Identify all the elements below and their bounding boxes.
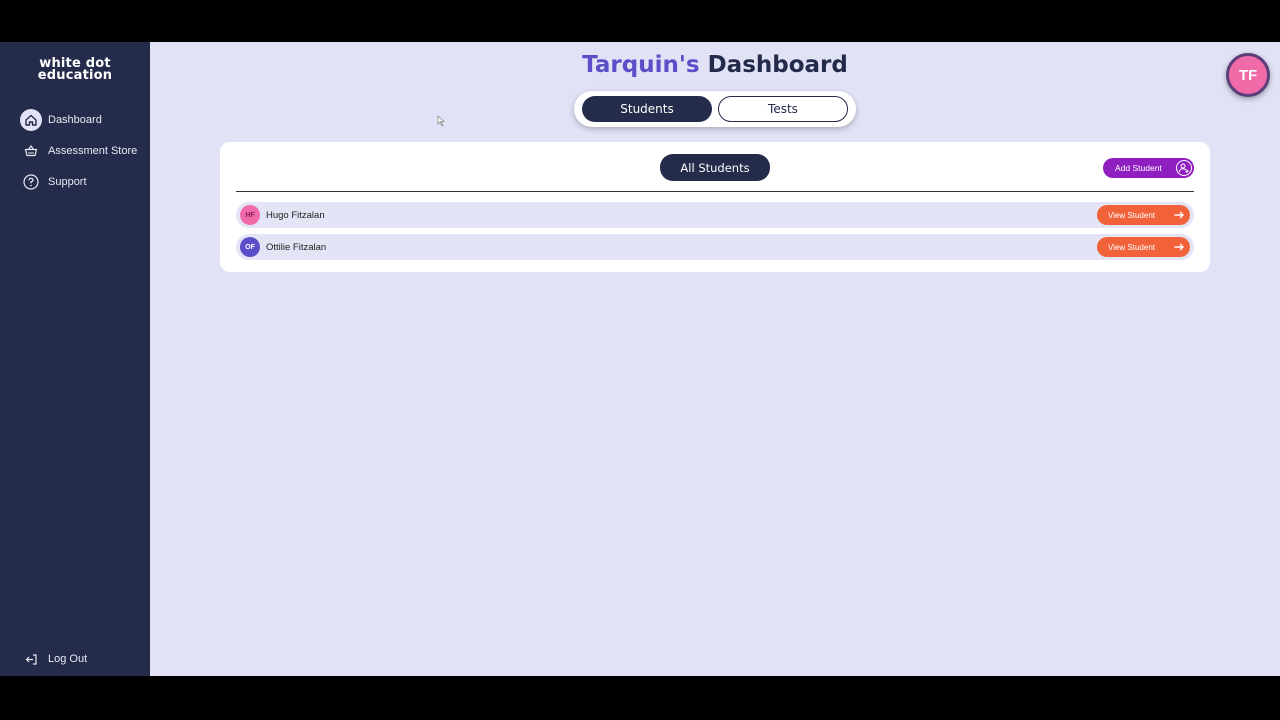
letterbox-bottom xyxy=(0,676,1280,720)
mouse-cursor-icon xyxy=(437,115,446,127)
page-title-name: Tarquin's xyxy=(582,52,700,78)
students-panel: All Students Add Student HF Hugo Fitzala… xyxy=(220,142,1210,272)
all-students-heading: All Students xyxy=(660,154,770,181)
view-student-button[interactable]: View Student xyxy=(1097,237,1190,257)
add-user-icon xyxy=(1176,160,1192,176)
sidebar-item-label: Assessment Store xyxy=(48,145,138,157)
student-avatar: OF xyxy=(240,237,260,257)
logout-button[interactable]: Log Out xyxy=(22,650,87,668)
sidebar: white dot education Dashboard Assessment… xyxy=(0,42,150,676)
user-avatar[interactable]: TF xyxy=(1226,53,1270,97)
arrow-right-icon xyxy=(1174,211,1184,219)
sidebar-item-dashboard[interactable]: Dashboard xyxy=(20,109,102,131)
student-name: Ottilie Fitzalan xyxy=(266,241,327,253)
sidebar-item-assessment-store[interactable]: Assessment Store xyxy=(20,140,137,162)
letterbox-top xyxy=(0,0,1280,42)
brand-line-2: education xyxy=(37,68,113,83)
brand-logo[interactable]: white dot education xyxy=(0,57,150,83)
page-title: Tarquin's Dashboard xyxy=(150,52,1280,78)
question-icon xyxy=(20,171,42,193)
student-row[interactable]: HF Hugo Fitzalan View Student xyxy=(236,202,1194,228)
student-row[interactable]: OF Ottilie Fitzalan View Student xyxy=(236,234,1194,260)
view-student-label: View Student xyxy=(1108,210,1155,220)
app-window: white dot education Dashboard Assessment… xyxy=(0,42,1280,676)
home-icon xyxy=(20,109,42,131)
sidebar-item-support[interactable]: Support xyxy=(20,171,87,193)
tab-tests[interactable]: Tests xyxy=(718,96,848,122)
basket-icon xyxy=(20,140,42,162)
add-student-label: Add Student xyxy=(1115,163,1162,173)
student-name: Hugo Fitzalan xyxy=(266,209,325,221)
student-avatar: HF xyxy=(240,205,260,225)
view-student-button[interactable]: View Student xyxy=(1097,205,1190,225)
divider xyxy=(236,191,1194,192)
page-title-rest: Dashboard xyxy=(707,52,848,78)
tab-students[interactable]: Students xyxy=(582,96,712,122)
view-student-label: View Student xyxy=(1108,242,1155,252)
sidebar-item-label: Support xyxy=(48,176,87,188)
tab-bar: Students Tests xyxy=(574,91,856,127)
logout-icon xyxy=(22,650,40,668)
logout-label: Log Out xyxy=(48,653,88,665)
add-student-button[interactable]: Add Student xyxy=(1103,158,1194,178)
arrow-right-icon xyxy=(1174,243,1184,251)
sidebar-item-label: Dashboard xyxy=(48,114,102,126)
